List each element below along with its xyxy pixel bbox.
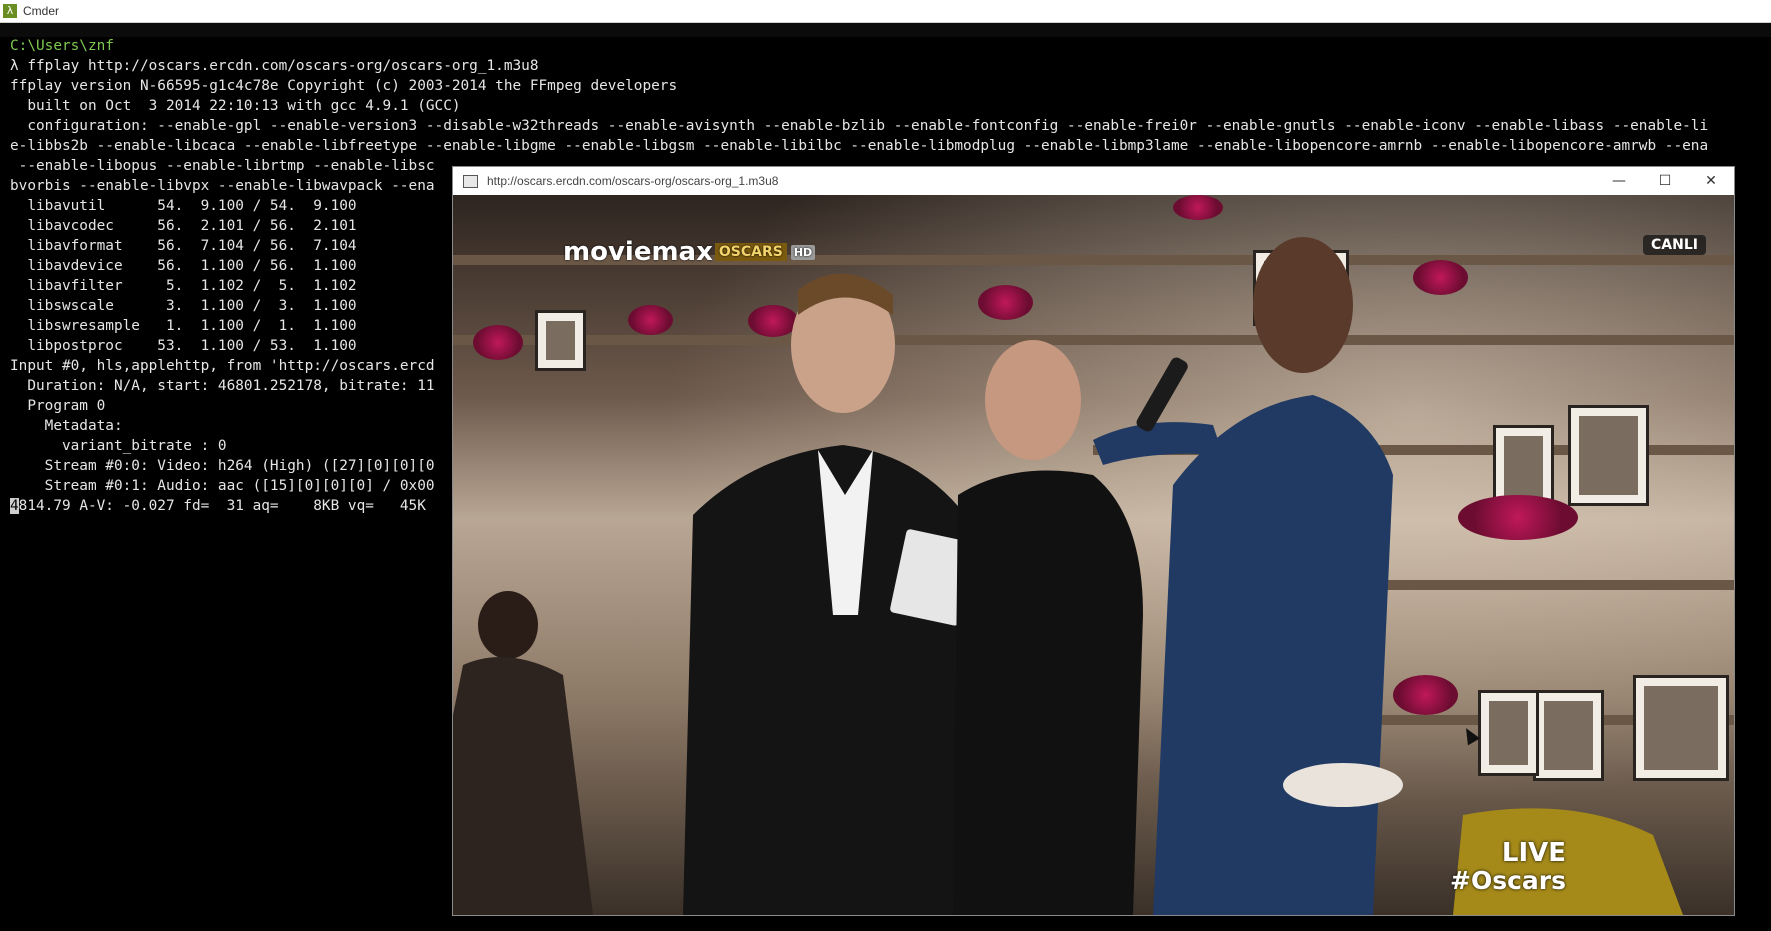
lambda-icon: λ <box>3 4 17 18</box>
window-app-icon <box>463 174 478 188</box>
console-line: built on Oct 3 2014 22:10:13 with gcc 4.… <box>10 98 461 114</box>
channel-logo: moviemax OSCARS HD <box>563 237 816 267</box>
live-hashtag-overlay: LIVE #Oscars <box>1450 839 1566 895</box>
player-window-title: http://oscars.ercdn.com/oscars-org/oscar… <box>487 174 779 188</box>
text-cursor: 4 <box>10 498 19 514</box>
people-in-scene <box>453 237 1683 915</box>
minimize-icon[interactable]: — <box>1596 167 1642 195</box>
console-tab-strip <box>0 23 1771 37</box>
console-line: configuration: --enable-gpl --enable-ver… <box>10 118 1709 134</box>
console-line: ffplay version N-66595-g1c4c78e Copyrigh… <box>10 78 678 94</box>
logo-oscars: OSCARS <box>714 243 787 261</box>
video-frame[interactable]: moviemax OSCARS HD CANLI LIVE #Oscars <box>453 195 1734 915</box>
cmder-window-title: Cmder <box>23 4 60 18</box>
console-line: e-libbs2b --enable-libcaca --enable-libf… <box>10 138 1709 154</box>
cmder-titlebar[interactable]: λ Cmder <box>0 0 1771 23</box>
ffplay-window[interactable]: http://oscars.ercdn.com/oscars-org/oscar… <box>452 166 1735 916</box>
live-badge: CANLI <box>1643 235 1706 255</box>
hashtag-text: #Oscars <box>1450 866 1566 895</box>
player-titlebar[interactable]: http://oscars.ercdn.com/oscars-org/oscar… <box>453 167 1734 195</box>
maximize-icon[interactable]: ☐ <box>1642 167 1688 195</box>
logo-hd-badge: HD <box>790 244 816 260</box>
status-text: 814.79 A-V: -0.027 fd= 31 aq= 8KB vq= 45… <box>18 498 426 514</box>
close-icon[interactable]: ✕ <box>1688 167 1734 195</box>
console-command: λ ffplay http://oscars.ercdn.com/oscars-… <box>10 58 539 74</box>
console-prompt-path: C:\Users\znf <box>10 38 114 54</box>
logo-text: moviemax <box>563 237 713 267</box>
live-text: LIVE <box>1501 838 1566 868</box>
